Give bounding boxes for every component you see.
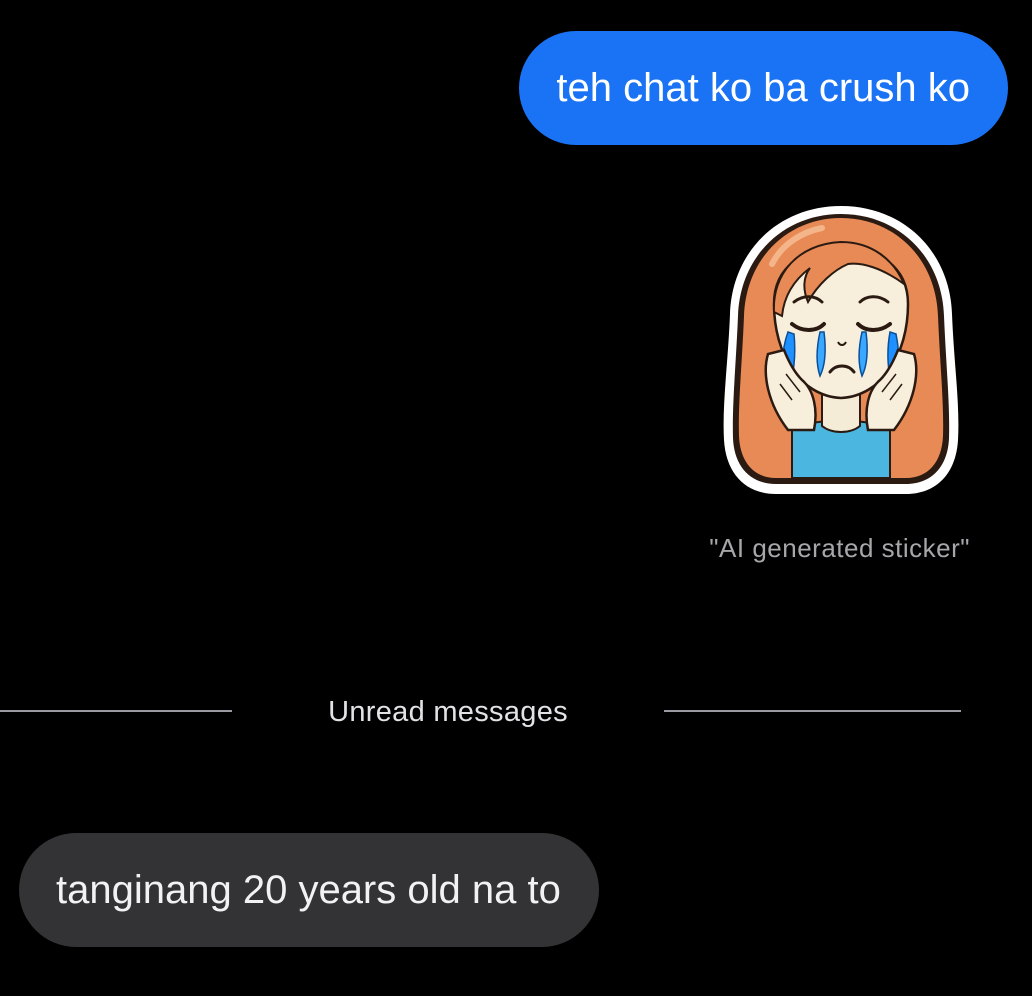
sticker-caption: "AI generated sticker" <box>709 533 970 563</box>
unread-messages-divider: Unread messages <box>0 696 1032 728</box>
divider-line-right <box>664 710 961 712</box>
sticker-graphic <box>723 206 959 494</box>
incoming-message-text: tanginang 20 years old na to <box>56 868 561 912</box>
divider-line-left <box>0 710 232 712</box>
crying-girl-sticker-icon[interactable] <box>722 204 960 496</box>
incoming-message-bubble[interactable]: tanginang 20 years old na to <box>19 833 599 947</box>
divider-label: Unread messages <box>328 696 568 728</box>
outgoing-message-bubble[interactable]: teh chat ko ba crush ko <box>519 31 1008 145</box>
outgoing-message-text: teh chat ko ba crush ko <box>556 66 970 110</box>
